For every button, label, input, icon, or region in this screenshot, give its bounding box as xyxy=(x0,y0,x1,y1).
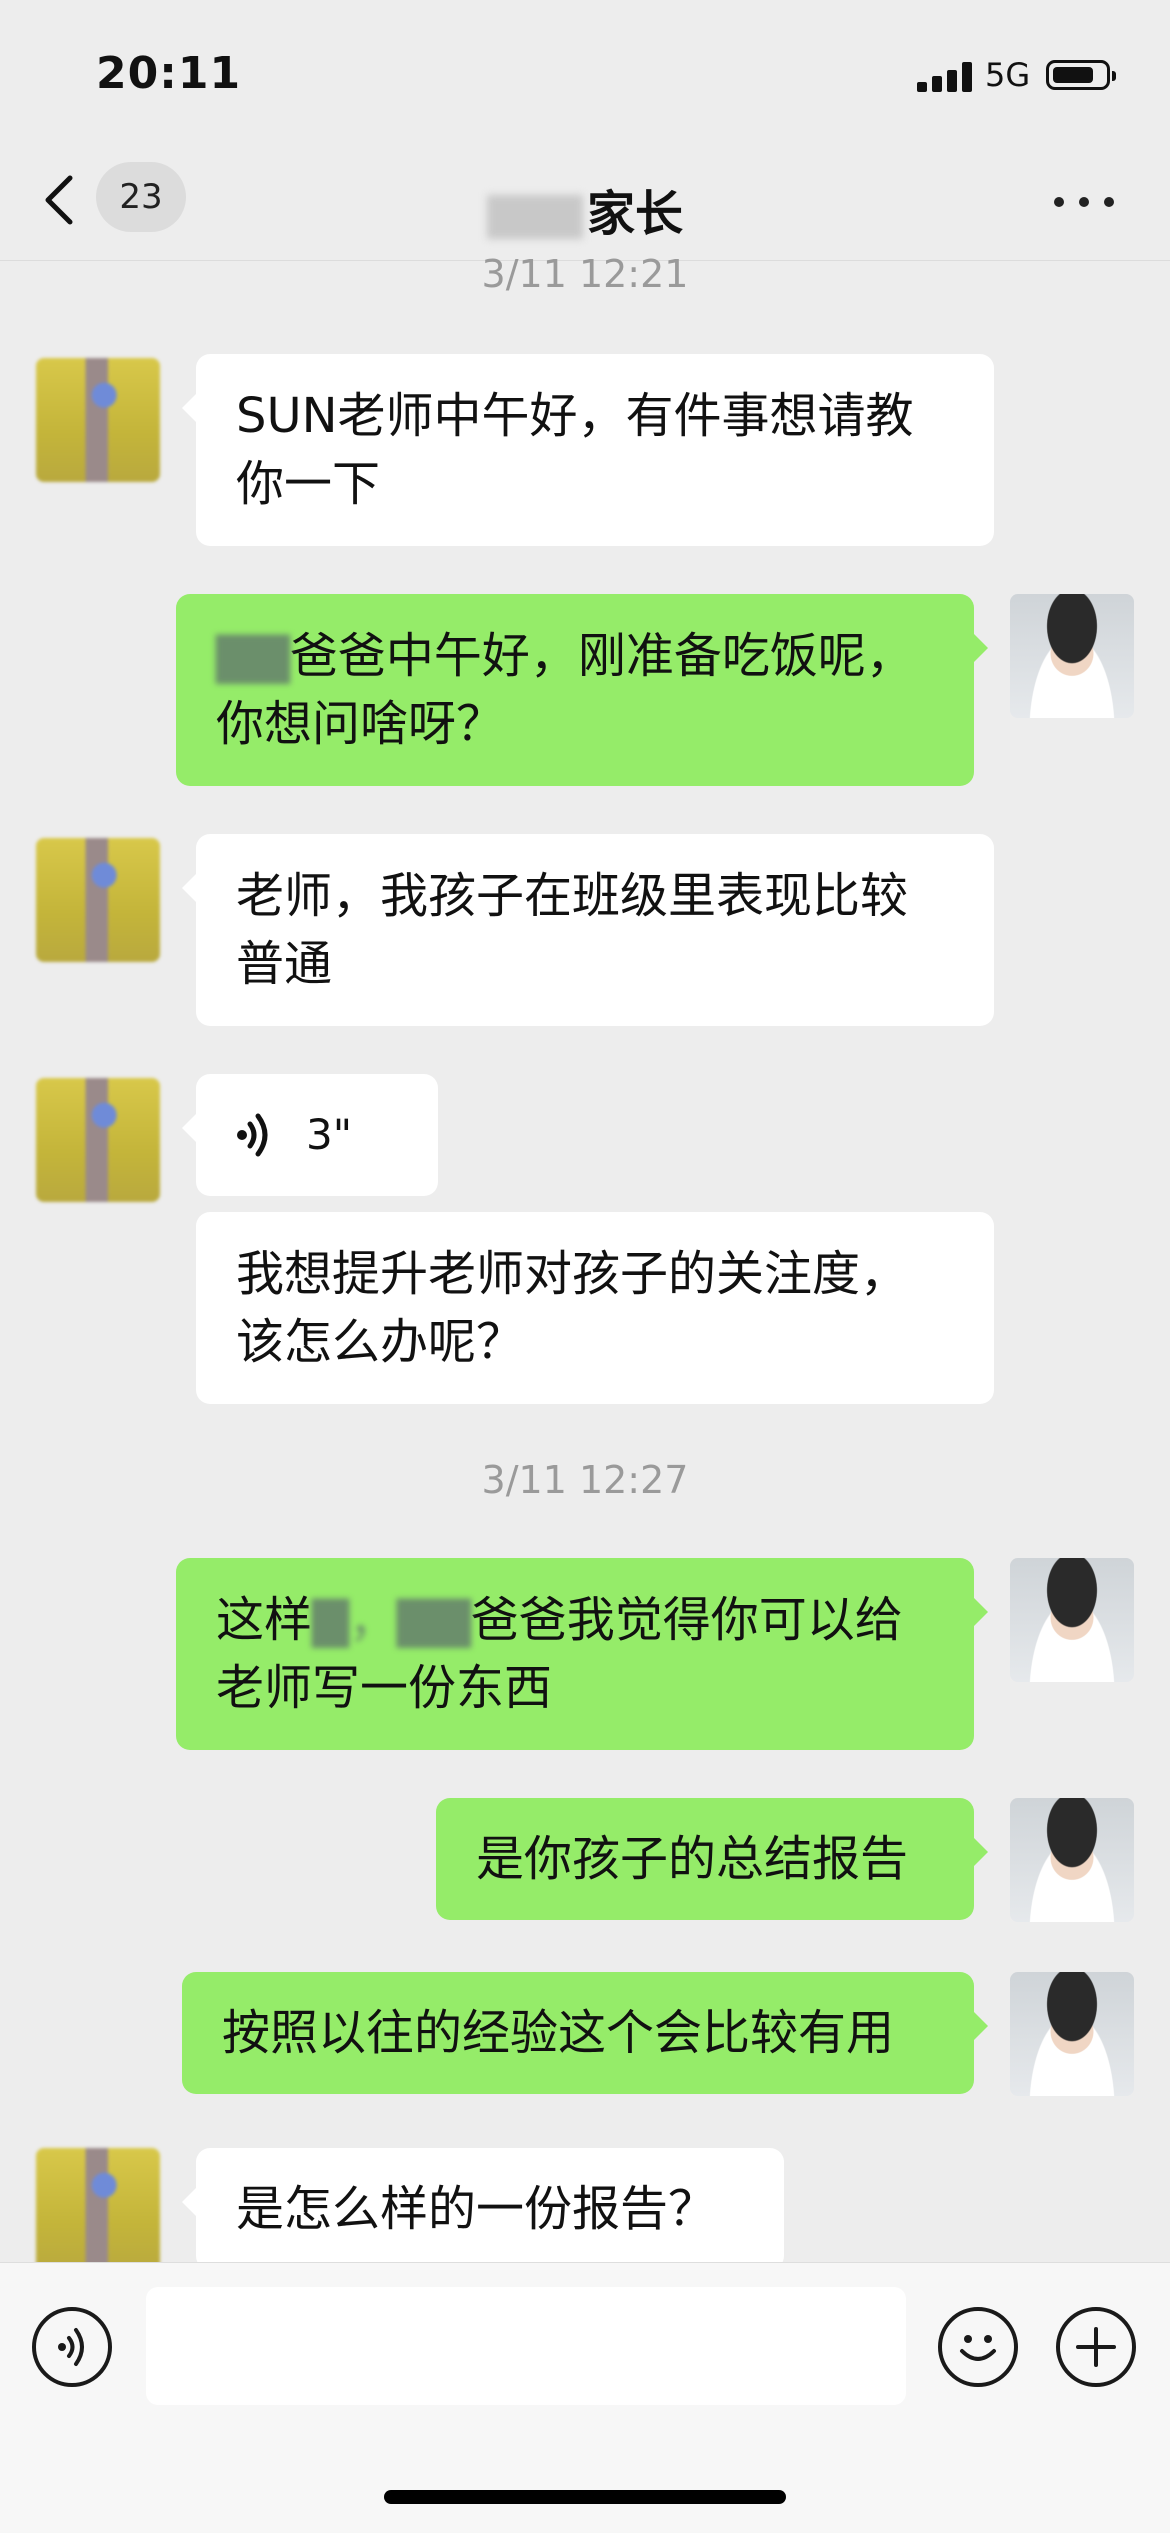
voice-wave-icon xyxy=(237,1113,268,1157)
message-bubble-incoming[interactable]: 老师，我孩子在班级里表现比较普通 xyxy=(182,834,994,1026)
redacted-name xyxy=(486,195,583,239)
message-bubble-incoming[interactable]: 是怎么样的一份报告？ xyxy=(182,2148,784,2270)
message-text: 爸爸中午好，刚准备吃饭呢，你想问啥呀？ xyxy=(216,628,914,752)
redacted-name: ▇，▇▇ xyxy=(312,1592,471,1648)
plus-button[interactable] xyxy=(1056,2307,1136,2387)
message-bubble-outgoing[interactable]: ▇▇爸爸中午好，刚准备吃饭呢，你想问啥呀？ xyxy=(176,594,988,786)
avatar-self[interactable] xyxy=(1010,594,1134,718)
more-dots-icon xyxy=(1054,197,1064,207)
avatar-self[interactable] xyxy=(1010,1972,1134,2096)
redacted-name: ▇▇ xyxy=(216,628,290,684)
chat-title[interactable]: 家长 xyxy=(0,174,1170,244)
voice-message-bubble[interactable]: 3" xyxy=(182,1074,438,1196)
emoji-icon xyxy=(960,2335,996,2361)
more-button[interactable] xyxy=(1054,192,1114,212)
status-time: 20:11 xyxy=(96,48,242,99)
message-bubble-incoming[interactable]: 我想提升老师对孩子的关注度，该怎么办呢？ xyxy=(196,1212,994,1404)
avatar-parent[interactable] xyxy=(36,2148,160,2272)
avatar-self[interactable] xyxy=(1010,1558,1134,1682)
avatar-parent[interactable] xyxy=(36,1078,160,1202)
message-text: 这样 xyxy=(216,1592,313,1648)
network-type: 5G xyxy=(985,56,1031,94)
home-indicator[interactable] xyxy=(384,2490,786,2504)
message-timestamp: 3/11 12:27 xyxy=(481,1458,689,1502)
message-bubble-outgoing[interactable]: 按照以往的经验这个会比较有用 xyxy=(182,1972,988,2094)
emoji-button[interactable] xyxy=(938,2307,1018,2387)
battery-icon xyxy=(1046,60,1116,90)
message-timestamp: 3/11 12:21 xyxy=(481,252,689,296)
voice-input-button[interactable] xyxy=(32,2307,112,2387)
plus-icon xyxy=(1076,2327,1116,2367)
avatar-parent[interactable] xyxy=(36,838,160,962)
avatar-parent[interactable] xyxy=(36,358,160,482)
status-bar: 20:11 5G xyxy=(0,0,1170,150)
message-bubble-outgoing[interactable]: 这样▇，▇▇爸爸我觉得你可以给老师写一份东西 xyxy=(176,1558,988,1750)
chat-header: 23 家长 xyxy=(0,150,1170,261)
chat-title-text: 家长 xyxy=(586,186,683,242)
message-input[interactable] xyxy=(146,2287,906,2405)
voice-duration: 3" xyxy=(306,1110,353,1159)
avatar-self[interactable] xyxy=(1010,1798,1134,1922)
message-bubble-outgoing[interactable]: 是你孩子的总结报告 xyxy=(436,1798,988,1920)
message-bubble-incoming[interactable]: SUN老师中午好，有件事想请教你一下 xyxy=(182,354,994,546)
voice-wave-icon xyxy=(58,2328,84,2366)
signal-icon xyxy=(917,62,973,92)
